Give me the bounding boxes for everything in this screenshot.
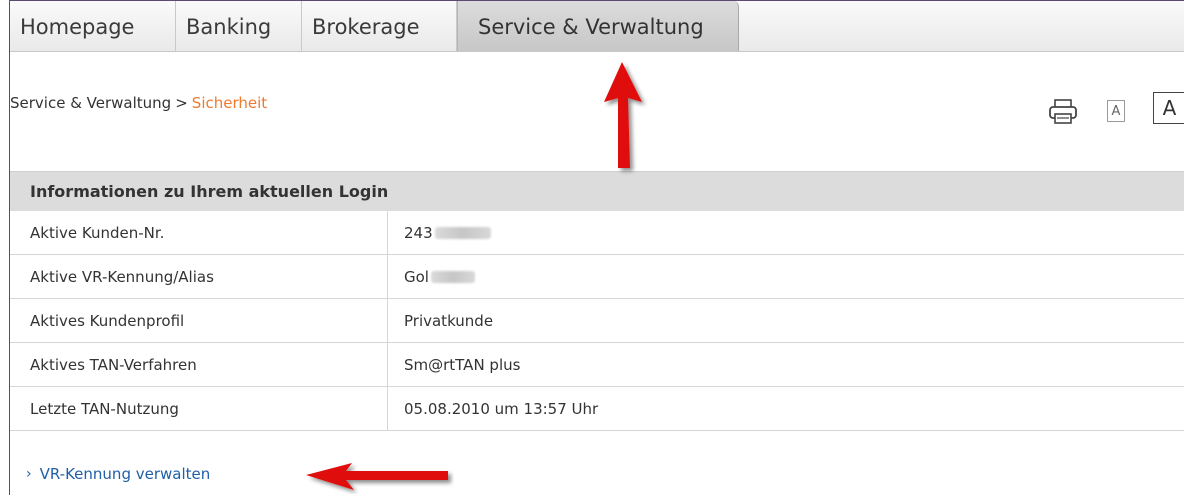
customer-number-value: 243 bbox=[404, 224, 433, 242]
printer-icon[interactable] bbox=[1048, 99, 1078, 125]
main-nav-tabbar: Homepage Banking Brokerage Service & Ver… bbox=[10, 1, 1184, 52]
redacted-blur bbox=[435, 227, 491, 239]
row-value: Privatkunde bbox=[388, 299, 1184, 343]
arrow-left-icon bbox=[302, 460, 454, 494]
row-label: Aktive VR-Kennung/Alias bbox=[10, 255, 388, 299]
page-frame: Homepage Banking Brokerage Service & Ver… bbox=[9, 0, 1184, 495]
section-header: Informationen zu Ihrem aktuellen Login bbox=[10, 171, 1184, 211]
breadcrumb: Service & Verwaltung>Sicherheit bbox=[10, 94, 267, 112]
tab-brokerage[interactable]: Brokerage bbox=[302, 1, 457, 51]
tab-service-verwaltung[interactable]: Service & Verwaltung bbox=[457, 1, 739, 51]
row-value: Sm@rtTAN plus bbox=[388, 343, 1184, 387]
breadcrumb-parent-link[interactable]: Service & Verwaltung bbox=[10, 94, 171, 112]
breadcrumb-separator: > bbox=[175, 94, 188, 112]
breadcrumb-current: Sicherheit bbox=[192, 94, 267, 112]
redacted-blur bbox=[431, 271, 475, 283]
alias-value: Gol bbox=[404, 268, 429, 286]
tab-banking[interactable]: Banking bbox=[176, 1, 302, 51]
table-row: Aktive VR-Kennung/Alias Gol bbox=[10, 255, 1184, 299]
row-value: 05.08.2010 um 13:57 Uhr bbox=[388, 387, 1184, 431]
row-label: Aktives Kundenprofil bbox=[10, 299, 388, 343]
table-row: Aktives Kundenprofil Privatkunde bbox=[10, 299, 1184, 343]
row-value: 243 bbox=[388, 211, 1184, 255]
row-label: Aktive Kunden-Nr. bbox=[10, 211, 388, 255]
arrow-up-icon bbox=[598, 58, 650, 176]
font-size-large-button[interactable]: A bbox=[1153, 92, 1184, 124]
manage-vr-kennung-link[interactable]: › VR-Kennung verwalten bbox=[26, 465, 210, 483]
row-label: Aktives TAN-Verfahren bbox=[10, 343, 388, 387]
manage-link-label: VR-Kennung verwalten bbox=[40, 465, 211, 483]
login-info-table: Aktive Kunden-Nr. 243 Aktive VR-Kennung/… bbox=[10, 211, 1184, 431]
font-size-small-button[interactable]: A bbox=[1107, 100, 1125, 122]
table-row: Aktive Kunden-Nr. 243 bbox=[10, 211, 1184, 255]
table-row: Aktives TAN-Verfahren Sm@rtTAN plus bbox=[10, 343, 1184, 387]
tab-homepage[interactable]: Homepage bbox=[10, 1, 176, 51]
table-row: Letzte TAN-Nutzung 05.08.2010 um 13:57 U… bbox=[10, 387, 1184, 431]
row-label: Letzte TAN-Nutzung bbox=[10, 387, 388, 431]
chevron-right-icon: › bbox=[26, 466, 32, 482]
row-value: Gol bbox=[388, 255, 1184, 299]
